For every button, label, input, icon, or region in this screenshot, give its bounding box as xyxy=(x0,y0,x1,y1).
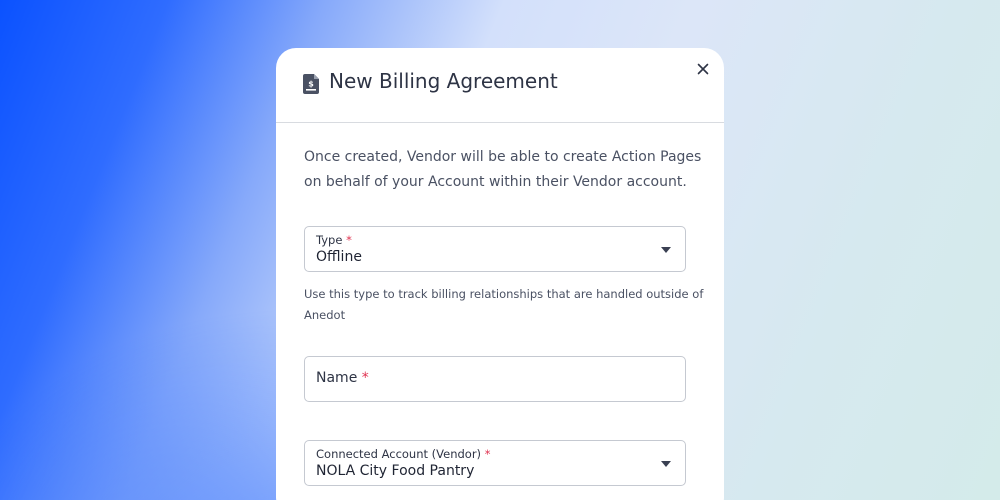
billing-agreement-modal: $ New Billing Agreement Once created, Ve… xyxy=(276,48,724,500)
modal-description: Once created, Vendor will be able to cre… xyxy=(304,149,702,190)
svg-text:$: $ xyxy=(308,80,314,89)
type-select[interactable]: Type * Offline xyxy=(304,226,686,272)
type-helper-text: Use this type to track billing relations… xyxy=(304,287,704,322)
type-value: Offline xyxy=(316,249,362,265)
type-label: Type * xyxy=(316,233,352,247)
name-input[interactable]: Name * xyxy=(304,356,686,402)
modal-title: New Billing Agreement xyxy=(329,69,558,93)
connected-account-label: Connected Account (Vendor) * xyxy=(316,447,491,461)
invoice-dollar-icon: $ xyxy=(303,74,319,94)
required-mark: * xyxy=(484,447,491,461)
name-label: Name * xyxy=(316,370,369,386)
connected-account-value: NOLA City Food Pantry xyxy=(316,463,475,479)
required-mark: * xyxy=(346,233,352,247)
caret-down-icon xyxy=(661,461,671,467)
modal-header: $ New Billing Agreement xyxy=(276,48,724,123)
caret-down-icon xyxy=(661,247,671,253)
connected-account-select[interactable]: Connected Account (Vendor) * NOLA City F… xyxy=(304,440,686,486)
close-icon[interactable] xyxy=(694,60,712,78)
required-mark: * xyxy=(361,370,369,386)
